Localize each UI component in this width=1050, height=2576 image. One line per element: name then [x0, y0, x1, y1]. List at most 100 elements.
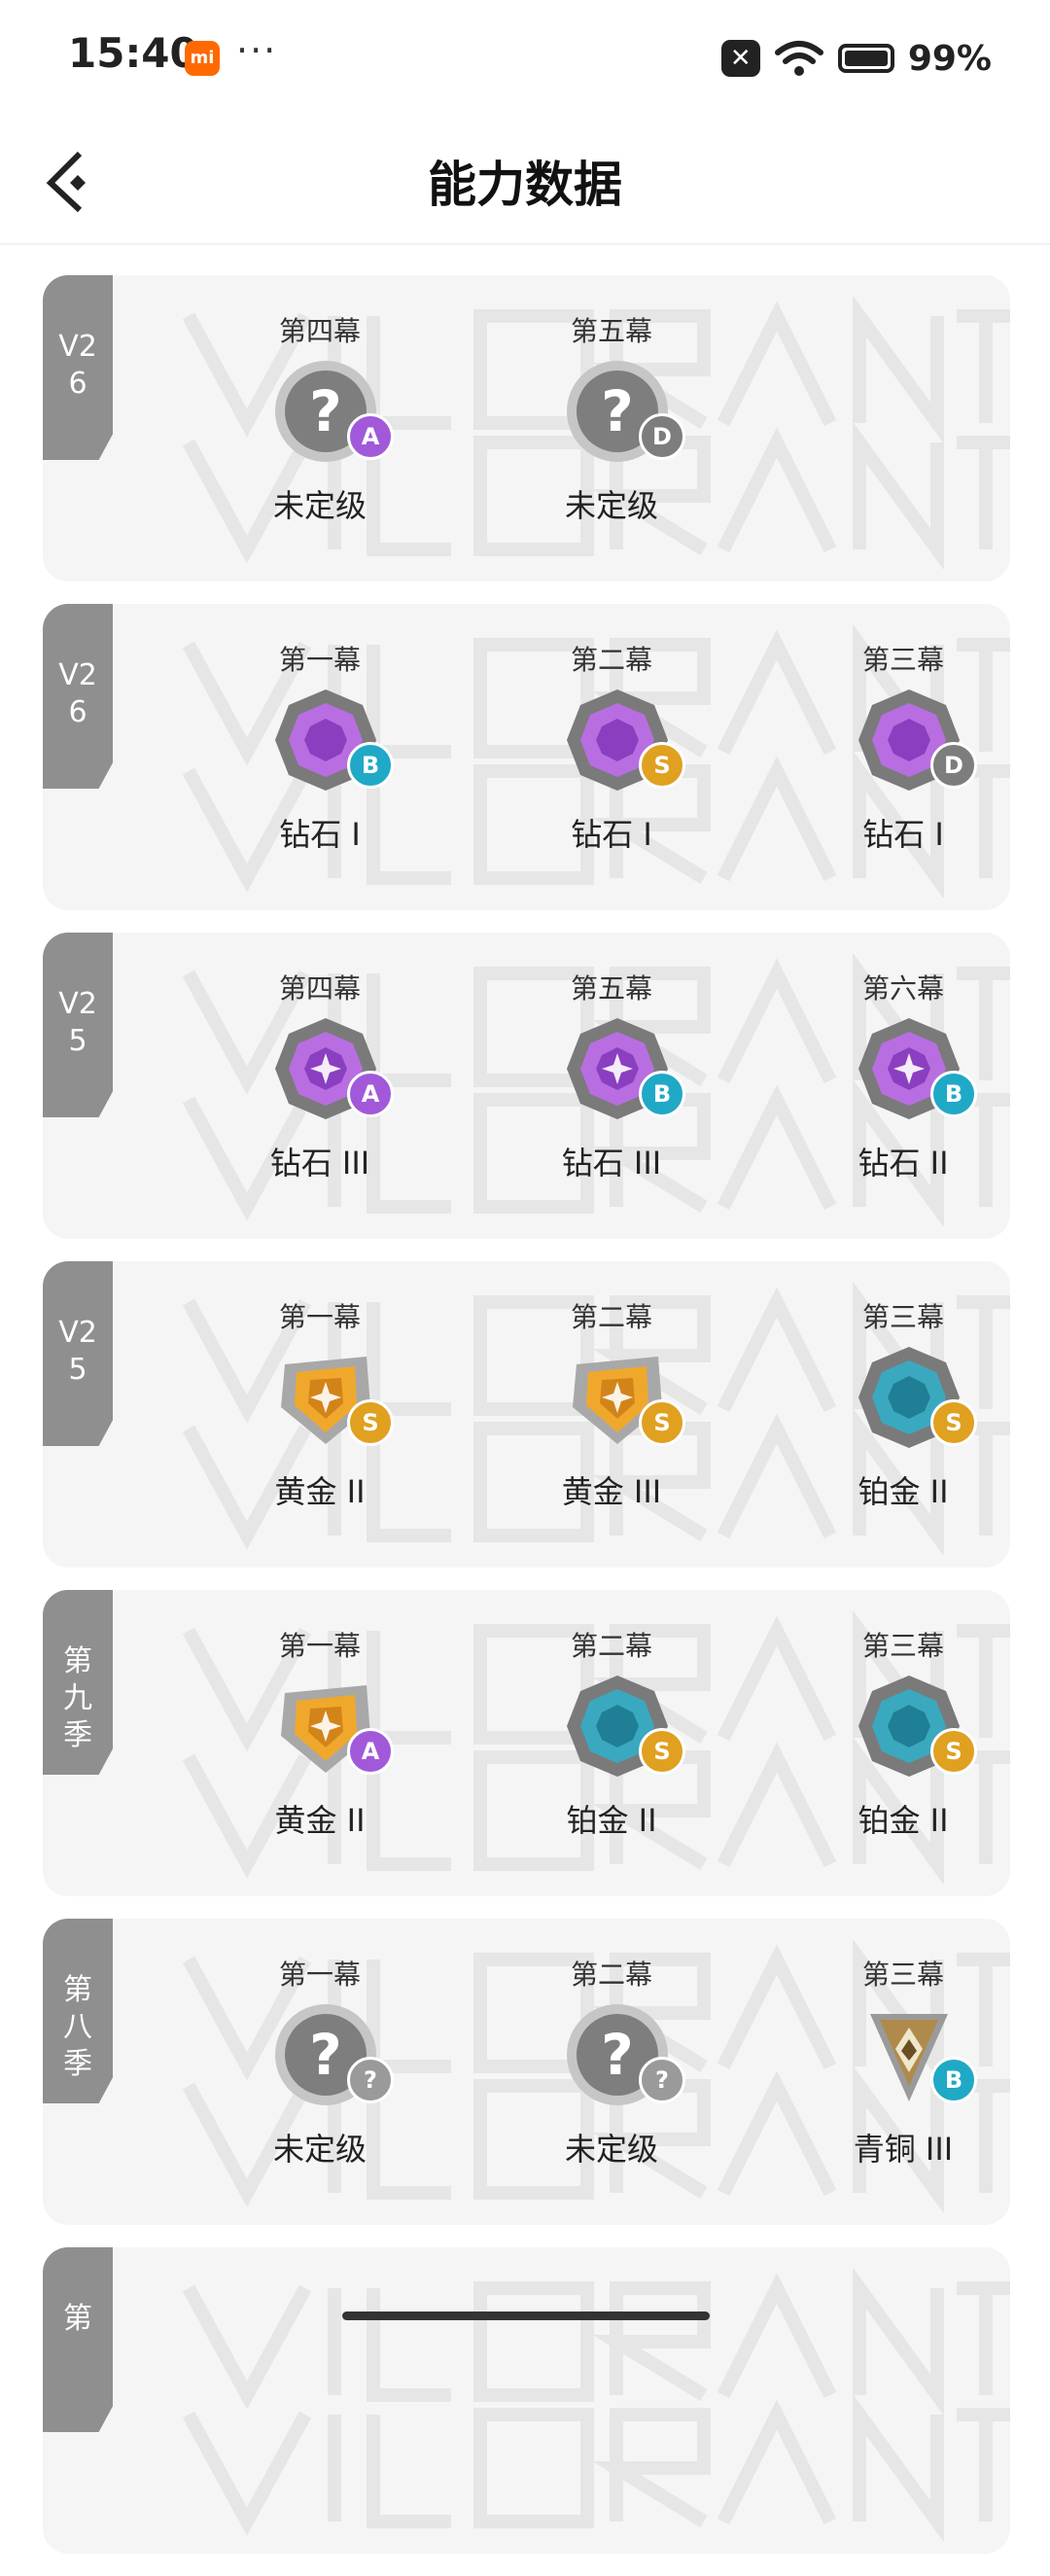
act-rank-item[interactable]: 第四幕 A 钻石 III [232, 970, 407, 1183]
rank-badge: A [232, 1672, 407, 1784]
rank-name: 未定级 [564, 2131, 658, 2168]
performance-grade-badge: ? [347, 2057, 394, 2103]
performance-grade-badge: ? [639, 2057, 685, 2103]
act-rank-item[interactable]: 第三幕 D 钻石 I [816, 641, 991, 855]
season-tag: 第 八 季 [43, 1919, 113, 2103]
season-card[interactable]: 第 九 季 第一幕 A 黄金 II 第二幕 S 铂金 II 第三幕 S 铂金 I… [43, 1590, 1010, 1896]
performance-grade-badge: B [347, 742, 394, 789]
performance-grade-badge: A [347, 413, 394, 460]
act-rank-item[interactable]: 第一幕 ? ? 未定级 [232, 1956, 407, 2170]
performance-grade-badge: B [930, 1071, 977, 1117]
performance-grade-badge: S [347, 1399, 394, 1446]
act-label: 第三幕 [861, 1301, 944, 1333]
rank-name: 钻石 I [862, 816, 944, 853]
rank-name: 未定级 [272, 487, 367, 524]
rank-name: 青铜 III [853, 2131, 954, 2168]
rank-badge: A [232, 1014, 407, 1127]
rank-name: 铂金 II [566, 1802, 657, 1839]
season-tag: 第 [43, 2247, 113, 2432]
home-indicator[interactable] [342, 2311, 710, 2320]
rank-name: 铂金 II [858, 1802, 949, 1839]
act-rank-item[interactable]: 第三幕 B 青铜 III [816, 1956, 991, 2170]
season-tag-label: 第 八 季 [63, 1973, 92, 2081]
act-rank-item[interactable]: 第二幕 ? ? 未定级 [524, 1956, 699, 2170]
season-card[interactable]: 第 [43, 2247, 1010, 2554]
act-label: 第四幕 [278, 972, 361, 1005]
act-label: 第一幕 [278, 1958, 361, 1991]
act-label: 第六幕 [861, 972, 944, 1005]
rank-badge: S [524, 1672, 699, 1784]
wifi-icon [774, 41, 823, 76]
rank-badge: B [816, 1014, 991, 1127]
act-label: 第一幕 [278, 1630, 361, 1662]
act-rank-item[interactable]: 第一幕 A 黄金 II [232, 1627, 407, 1841]
season-tag-label: V2 5 [58, 1316, 97, 1387]
season-tag: V2 6 [43, 604, 113, 789]
act-label: 第一幕 [278, 644, 361, 676]
act-rank-item[interactable]: 第五幕 B 钻石 III [524, 970, 699, 1183]
act-label: 第二幕 [570, 1301, 652, 1333]
status-bar: 15:40 mi ··· ✕ 99% [0, 0, 1050, 117]
act-rank-item[interactable]: 第一幕 S 黄金 II [232, 1298, 407, 1512]
rank-name: 铂金 II [858, 1473, 949, 1510]
page-title: 能力数据 [428, 157, 622, 213]
season-tag-label: V2 5 [58, 987, 97, 1058]
rank-name: 黄金 III [561, 1473, 662, 1510]
season-tag-label: 第 [63, 2302, 92, 2336]
act-rank-item[interactable]: 第三幕 S 铂金 II [816, 1298, 991, 1512]
season-card[interactable]: V2 5 第一幕 S 黄金 II 第二幕 S 黄金 III 第三幕 S 铂金 I… [43, 1261, 1010, 1568]
rank-name: 未定级 [564, 487, 658, 524]
performance-grade-badge: S [930, 1728, 977, 1775]
svg-text:?: ? [309, 378, 342, 444]
act-rank-item[interactable]: 第二幕 S 黄金 III [524, 1298, 699, 1512]
season-card[interactable]: V2 6 第四幕 ? A 未定级 第五幕 ? D 未定级 [43, 275, 1010, 582]
status-icons: ✕ 99% [720, 35, 992, 82]
season-card[interactable]: V2 5 第四幕 A 钻石 III 第五幕 B 钻石 III 第六幕 B 钻石 … [43, 933, 1010, 1239]
act-rank-item[interactable]: 第一幕 B 钻石 I [232, 641, 407, 855]
season-card[interactable]: V2 6 第一幕 B 钻石 I 第二幕 S 钻石 I 第三幕 D 钻石 I [43, 604, 1010, 910]
performance-grade-badge: S [639, 1728, 685, 1775]
season-list[interactable]: V2 6 第四幕 ? A 未定级 第五幕 ? D 未定级 V2 6 第一幕 B … [43, 275, 1010, 2576]
performance-grade-badge: S [930, 1399, 977, 1446]
rank-badge: ? ? [524, 2000, 699, 2113]
act-rank-item[interactable]: 第六幕 B 钻石 II [816, 970, 991, 1183]
season-tag: 第 九 季 [43, 1590, 113, 1775]
season-card[interactable]: 第 八 季 第一幕 ? ? 未定级 第二幕 ? ? 未定级 第三幕 B 青铜 I… [43, 1919, 1010, 2225]
rank-badge: S [232, 1343, 407, 1456]
act-rank-item[interactable]: 第五幕 ? D 未定级 [524, 312, 699, 526]
rank-badge: S [524, 686, 699, 798]
performance-grade-badge: A [347, 1728, 394, 1775]
rank-badge: ? D [524, 357, 699, 470]
season-tag-label: V2 6 [58, 330, 97, 401]
rank-badge: B [524, 1014, 699, 1127]
act-label: 第二幕 [570, 1630, 652, 1662]
act-rank-item[interactable]: 第四幕 ? A 未定级 [232, 312, 407, 526]
rank-badge: S [816, 1343, 991, 1456]
performance-grade-badge: S [639, 1399, 685, 1446]
act-label: 第五幕 [570, 315, 652, 347]
rank-badge: D [816, 686, 991, 798]
rank-name: 钻石 III [561, 1145, 662, 1182]
season-tag: V2 6 [43, 275, 113, 460]
performance-grade-badge: B [930, 2057, 977, 2103]
rank-name: 黄金 II [274, 1802, 366, 1839]
act-label: 第三幕 [861, 1958, 944, 1991]
act-label: 第一幕 [278, 1301, 361, 1333]
rank-badge: ? A [232, 357, 407, 470]
svg-text:?: ? [309, 2022, 342, 2088]
performance-grade-badge: A [347, 1071, 394, 1117]
act-label: 第五幕 [570, 972, 652, 1005]
act-rank-item[interactable]: 第二幕 S 钻石 I [524, 641, 699, 855]
app-header: 能力数据 [0, 117, 1050, 245]
rank-badge: S [816, 1672, 991, 1784]
rank-name: 钻石 I [571, 816, 652, 853]
season-tag: V2 5 [43, 1261, 113, 1446]
valorant-watermark [182, 2269, 1010, 2541]
act-label: 第二幕 [570, 1958, 652, 1991]
performance-grade-badge: B [639, 1071, 685, 1117]
performance-grade-badge: D [639, 413, 685, 460]
act-rank-item[interactable]: 第三幕 S 铂金 II [816, 1627, 991, 1841]
act-rank-item[interactable]: 第二幕 S 铂金 II [524, 1627, 699, 1841]
more-notifications-icon: ··· [236, 29, 278, 72]
svg-text:?: ? [601, 378, 634, 444]
